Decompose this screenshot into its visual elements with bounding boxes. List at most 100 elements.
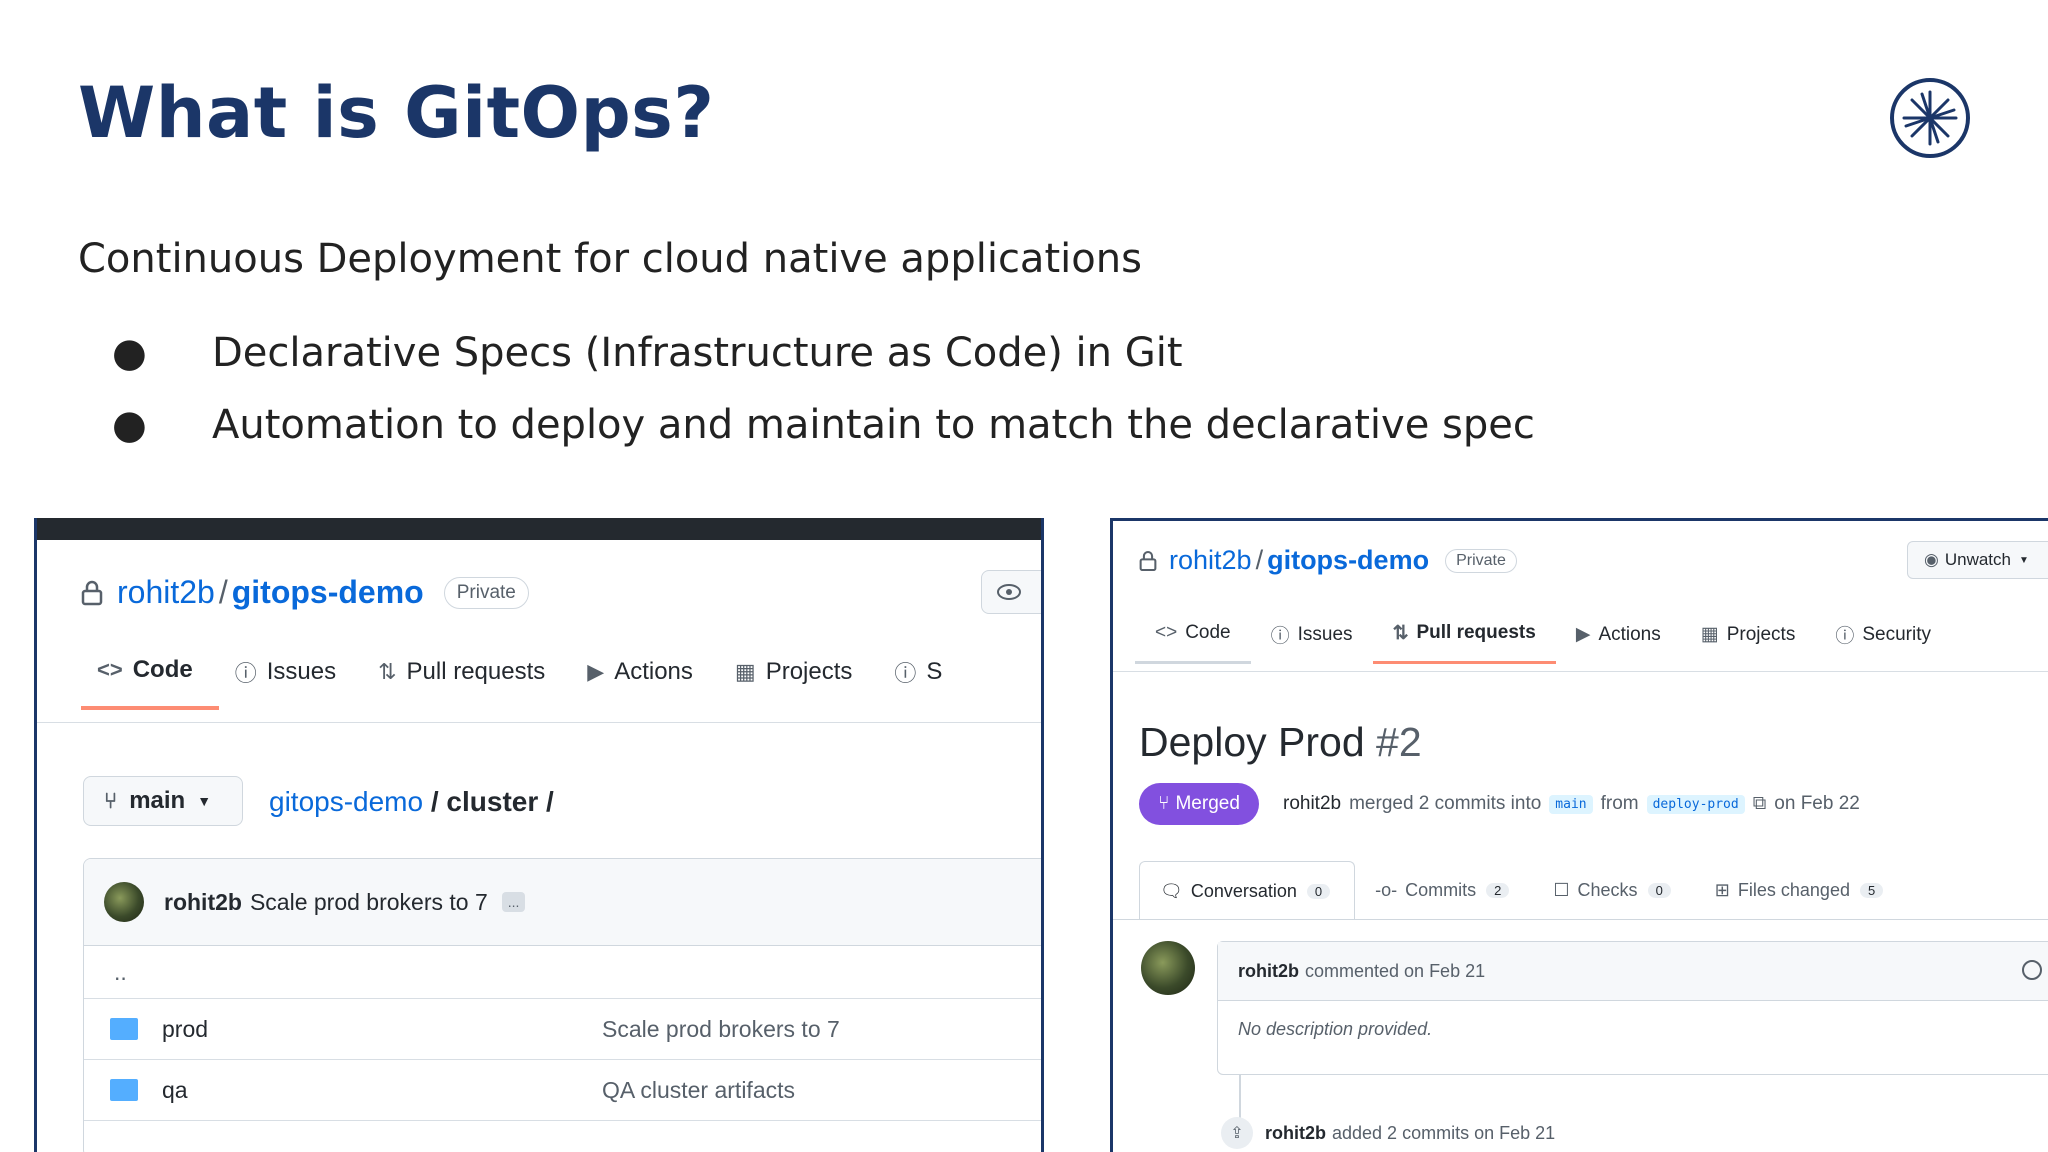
tab-label: Actions — [1598, 623, 1661, 645]
tab-label: Security — [1862, 623, 1931, 645]
avatar[interactable] — [1141, 941, 1195, 995]
file-diff-icon: ⊞ — [1714, 879, 1730, 900]
tab-security[interactable]: ⓘ Security — [1815, 621, 1951, 664]
status-label: Merged — [1175, 793, 1240, 814]
lock-icon — [81, 580, 103, 605]
comment-icon: 🗨 — [1160, 880, 1183, 901]
pull-request-icon: ⇅ — [378, 659, 397, 684]
merge-author[interactable]: rohit2b — [1283, 793, 1341, 815]
branch-selector[interactable]: ⑂ main ▼ — [83, 776, 243, 826]
commit-more-button[interactable]: ... — [501, 892, 526, 912]
pr-title-text: Deploy Prod — [1139, 719, 1365, 765]
eye-icon: ◉ — [1924, 550, 1939, 569]
head-branch[interactable]: deploy-prod — [1646, 794, 1745, 814]
commit-message[interactable]: Scale prod brokers to 7 — [250, 889, 488, 916]
tab-label: S — [926, 658, 943, 685]
branch-icon: ⑂ — [104, 788, 118, 813]
divider — [1113, 671, 2048, 672]
tab-security[interactable]: ⓘ S — [878, 656, 968, 710]
tab-pull-requests[interactable]: ⇅ Pull requests — [1372, 621, 1556, 664]
tab-label: Pull requests — [1416, 622, 1536, 643]
repo-name-link[interactable]: gitops-demo — [1267, 545, 1429, 576]
comment-body: No description provided. — [1238, 1019, 1433, 1039]
repo-path-separator: / — [218, 574, 228, 610]
shield-icon: ⓘ — [894, 661, 917, 686]
bullet-item: ● Declarative Specs (Infrastructure as Co… — [112, 330, 1183, 376]
private-badge: Private — [1445, 548, 1517, 573]
latest-commit-row: rohit2b Scale prod brokers to 7 ... — [84, 859, 1041, 946]
repo-owner-link[interactable]: rohit2b — [117, 574, 215, 611]
repo-name-link[interactable]: gitops-demo — [232, 574, 424, 611]
pr-title: Deploy Prod #2 — [1139, 719, 1422, 766]
tab-issues[interactable]: ⓘ Issues — [1251, 621, 1373, 664]
chevron-down-icon: ▼ — [2018, 554, 2029, 566]
chevron-down-icon: ▼ — [197, 793, 212, 809]
tab-actions[interactable]: ▶ Actions — [571, 656, 719, 710]
slide-subtitle: Continuous Deployment for cloud native a… — [78, 236, 1142, 282]
bullet-item: ● Automation to deploy and maintain to ma… — [112, 402, 1535, 448]
breadcrumb-repo-link[interactable]: gitops-demo — [269, 786, 423, 817]
breadcrumb-current-dir: / cluster / — [430, 786, 554, 817]
pr-tabs: 🗨 Conversation 0 -o- Commits 2 ☐ Checks 0 ⊞ Fil… — [1139, 861, 1907, 920]
folder-icon — [110, 1079, 138, 1101]
table-row[interactable]: qa QA cluster artifacts — [84, 1060, 1041, 1121]
commit-author[interactable]: rohit2b — [164, 889, 242, 916]
tab-checks[interactable]: ☐ Checks 0 — [1533, 861, 1694, 919]
tab-code[interactable]: <> Code — [1135, 621, 1251, 664]
smiley-icon[interactable] — [2022, 960, 2042, 980]
divider — [1113, 919, 2048, 920]
tab-label: Issues — [266, 658, 337, 685]
tab-projects[interactable]: ▦ Projects — [719, 656, 879, 710]
tab-actions[interactable]: ▶ Actions — [1556, 621, 1681, 664]
repo-owner-link[interactable]: rohit2b — [1169, 545, 1252, 576]
tab-issues[interactable]: ⓘ Issues — [219, 656, 362, 710]
timeline-item: ⇪ rohit2b added 2 commits on Feb 21 — [1221, 1117, 1555, 1149]
tab-count: 5 — [1859, 882, 1884, 898]
tab-label: Code — [132, 656, 193, 683]
tab-commits[interactable]: -o- Commits 2 — [1355, 861, 1533, 919]
tab-label: Files changed — [1737, 879, 1850, 900]
breadcrumb: gitops-demo / cluster / — [269, 786, 554, 818]
tab-projects[interactable]: ▦ Projects — [1681, 621, 1816, 664]
project-icon: ▦ — [1700, 624, 1719, 645]
tab-label: Pull requests — [406, 658, 546, 685]
base-branch[interactable]: main — [1549, 794, 1593, 814]
copy-icon[interactable]: ⧉ — [1753, 793, 1767, 815]
push-icon: ⇪ — [1221, 1117, 1253, 1149]
file-name[interactable]: prod — [162, 1016, 602, 1043]
tab-label: Projects — [765, 658, 853, 685]
project-icon: ▦ — [734, 659, 756, 684]
comment-author[interactable]: rohit2b — [1238, 961, 1299, 982]
tab-files-changed[interactable]: ⊞ Files changed 5 — [1695, 861, 1907, 919]
merge-text: merged 2 commits into — [1349, 793, 1542, 814]
slide-title: What is GitOps? — [78, 72, 715, 154]
code-icon: <> — [97, 657, 123, 682]
shield-icon: ⓘ — [1835, 626, 1855, 647]
lock-icon — [1139, 550, 1157, 571]
watch-button[interactable] — [981, 570, 1041, 614]
tab-pull-requests[interactable]: ⇅ Pull requests — [362, 656, 571, 710]
status-badge: ⑂ Merged — [1139, 783, 1259, 825]
file-commit-message[interactable]: Scale prod brokers to 7 — [602, 1016, 840, 1043]
unwatch-button[interactable]: ◉ Unwatch ▼ — [1907, 541, 2048, 579]
divider — [37, 722, 1041, 723]
file-commit-message[interactable]: QA cluster artifacts — [602, 1077, 795, 1104]
folder-icon — [110, 1018, 138, 1040]
table-row[interactable]: prod Scale prod brokers to 7 — [84, 999, 1041, 1060]
tab-code[interactable]: <> Code — [81, 656, 219, 710]
tab-label: Issues — [1297, 623, 1353, 645]
tab-conversation[interactable]: 🗨 Conversation 0 — [1139, 861, 1356, 920]
parent-dir-row[interactable]: .. — [84, 946, 1041, 999]
from-text: from — [1600, 793, 1639, 814]
tab-label: Projects — [1726, 623, 1796, 645]
issue-icon: ⓘ — [234, 661, 257, 686]
timeline-author[interactable]: rohit2b — [1265, 1123, 1326, 1144]
tab-label: Code — [1185, 622, 1231, 643]
commit-icon: -o- — [1375, 879, 1398, 900]
bullet-dot: ● — [112, 330, 147, 376]
pr-number: #2 — [1376, 719, 1422, 765]
repo-header: rohit2b / gitops-demo Private — [81, 574, 529, 611]
avatar[interactable] — [104, 882, 144, 922]
play-icon: ▶ — [1575, 624, 1591, 645]
file-name[interactable]: qa — [162, 1077, 602, 1104]
